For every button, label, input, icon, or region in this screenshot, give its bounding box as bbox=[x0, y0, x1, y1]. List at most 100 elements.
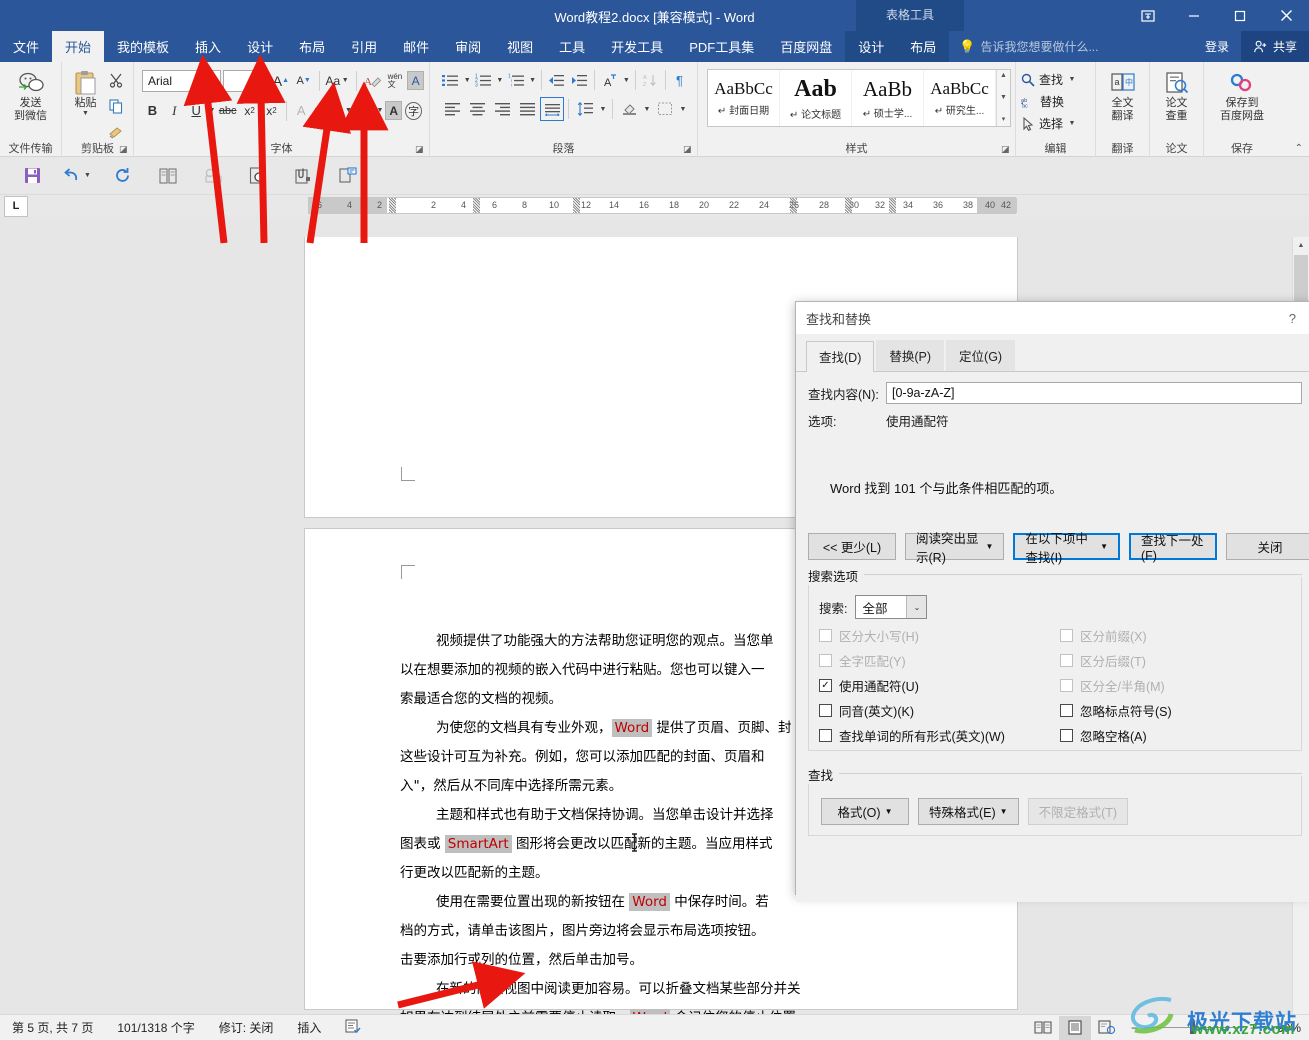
tab-tools[interactable]: 工具 bbox=[546, 31, 598, 62]
underline-dropdown-arrow[interactable]: ▼ bbox=[208, 107, 217, 114]
font-dialog-launcher[interactable]: ◪ bbox=[415, 144, 426, 155]
ruler-indent-marker-left[interactable] bbox=[473, 198, 480, 213]
clipboard-dialog-launcher[interactable]: ◪ bbox=[119, 144, 130, 155]
checkbox-ignore-whitespace[interactable]: 忽略空格(A) bbox=[1060, 725, 1301, 746]
find-and-replace-dialog[interactable]: 查找和替换 ? 查找(D) 替换(P) 定位(G) 查找内容(N): [0-9a… bbox=[795, 301, 1309, 902]
find-in-button[interactable]: 在以下项中查找(I) ▼ bbox=[1013, 532, 1120, 565]
decrease-indent-icon[interactable] bbox=[546, 68, 568, 92]
copy-icon[interactable] bbox=[104, 94, 128, 118]
highlight-dropdown-arrow[interactable]: ▼ bbox=[344, 107, 353, 114]
superscript-icon[interactable]: x2 bbox=[261, 99, 282, 123]
borders-icon[interactable] bbox=[653, 97, 677, 121]
subscript-icon[interactable]: x2 bbox=[239, 99, 260, 123]
tab-pdf-tools[interactable]: PDF工具集 bbox=[676, 31, 767, 62]
align-left-icon[interactable] bbox=[440, 97, 464, 121]
ribbon-display-options-icon[interactable] bbox=[1125, 0, 1171, 31]
change-case-icon[interactable]: Aa ▼ bbox=[325, 69, 351, 93]
styles-scroll-up-icon[interactable]: ▲ bbox=[997, 71, 1010, 81]
styles-gallery-scroll[interactable]: ▲ ▼ ▾ bbox=[996, 70, 1010, 126]
print-preview-icon[interactable] bbox=[235, 161, 280, 191]
collapse-ribbon-icon[interactable]: ⌃ bbox=[1295, 143, 1303, 154]
special-format-button[interactable]: 特殊格式(E) ▼ bbox=[918, 798, 1019, 825]
style-item[interactable]: AaBb ↵ 硕士学... bbox=[852, 70, 924, 126]
format-button[interactable]: 格式(O) ▼ bbox=[821, 798, 909, 825]
justify-icon[interactable] bbox=[515, 97, 539, 121]
print-layout-view-button[interactable] bbox=[1058, 1015, 1091, 1040]
tell-me-box[interactable]: 💡 告诉我您想要做什么... bbox=[949, 31, 1098, 62]
align-center-icon[interactable] bbox=[465, 97, 489, 121]
close-button[interactable] bbox=[1263, 0, 1309, 31]
tab-stop-selector[interactable]: L bbox=[4, 195, 28, 217]
styles-gallery[interactable]: AaBbCc ↵ 封面日期 Aab ↵ 论文标题 AaBb ↵ 硕士学... A… bbox=[707, 69, 1011, 127]
checkbox-box[interactable] bbox=[819, 704, 832, 717]
track-changes-status[interactable]: 修订: 关闭 bbox=[207, 1019, 286, 1036]
find-what-input[interactable]: [0-9a-zA-Z] bbox=[886, 382, 1302, 404]
shrink-font-icon[interactable]: A ▼ bbox=[293, 69, 314, 93]
select-button[interactable]: 选择 ▼ bbox=[1021, 113, 1077, 134]
dialog-help-icon[interactable]: ? bbox=[1289, 311, 1304, 326]
ruler-tab-stop[interactable] bbox=[573, 198, 580, 213]
word-count-status[interactable]: 101/1318 个字 bbox=[105, 1019, 206, 1036]
tab-my-templates[interactable]: 我的模板 bbox=[104, 31, 182, 62]
new-comment-icon[interactable] bbox=[325, 161, 370, 191]
font-name-dropdown-arrow[interactable]: ▼ bbox=[204, 76, 218, 85]
dialog-tab-goto[interactable]: 定位(G) bbox=[946, 340, 1016, 371]
compare-documents-icon[interactable] bbox=[145, 161, 190, 191]
distribute-icon[interactable] bbox=[540, 97, 564, 121]
undo-icon[interactable]: ▼ bbox=[55, 161, 100, 191]
ruler-tab-stop[interactable] bbox=[845, 198, 852, 213]
less-button[interactable]: << 更少(L) bbox=[808, 533, 896, 560]
save-to-baidu-netdisk-button[interactable]: 保存到 百度网盘 bbox=[1209, 67, 1275, 122]
align-right-icon[interactable] bbox=[490, 97, 514, 121]
checkbox-box[interactable]: ✓ bbox=[819, 679, 832, 692]
bulleted-list-icon[interactable] bbox=[440, 68, 462, 92]
find-button[interactable]: 查找 ▼ bbox=[1021, 69, 1077, 90]
web-layout-view-button[interactable] bbox=[1091, 1016, 1123, 1040]
redo-icon[interactable] bbox=[100, 161, 145, 191]
cut-icon[interactable] bbox=[104, 68, 128, 92]
bullets-dropdown-arrow[interactable]: ▼ bbox=[463, 77, 472, 84]
enclose-characters-icon[interactable]: 字 bbox=[403, 99, 424, 123]
paste-dropdown-arrow[interactable]: ▼ bbox=[81, 110, 91, 118]
page-number-status[interactable]: 第 5 页, 共 7 页 bbox=[0, 1019, 105, 1036]
replace-button[interactable]: ab ac 替换 bbox=[1021, 91, 1077, 112]
save-icon[interactable] bbox=[10, 161, 55, 191]
tab-table-design[interactable]: 设计 bbox=[845, 31, 897, 62]
tab-view[interactable]: 视图 bbox=[494, 31, 546, 62]
checkbox-box[interactable] bbox=[1060, 704, 1073, 717]
select-dropdown-arrow[interactable]: ▼ bbox=[1067, 120, 1077, 127]
horizontal-ruler[interactable]: 6 4 2 2 4 6 8 10 12 14 16 18 20 22 24 26… bbox=[308, 197, 1017, 214]
ruler-indent-marker-first-line[interactable] bbox=[389, 198, 396, 213]
asian-layout-icon[interactable]: A bbox=[599, 68, 621, 92]
italic-icon[interactable]: I bbox=[164, 99, 185, 123]
dialog-tab-replace[interactable]: 替换(P) bbox=[876, 340, 945, 371]
tab-mailings[interactable]: 邮件 bbox=[390, 31, 442, 62]
show-formatting-marks-icon[interactable]: ¶ bbox=[670, 68, 692, 92]
dialog-tab-find[interactable]: 查找(D) bbox=[806, 341, 875, 372]
find-next-button[interactable]: 查找下一处(F) bbox=[1129, 533, 1217, 563]
sign-in-link[interactable]: 登录 bbox=[1193, 38, 1241, 55]
underline-icon[interactable]: U bbox=[186, 99, 207, 123]
character-border-icon[interactable]: A bbox=[407, 71, 425, 90]
asian-layout-dropdown-arrow[interactable]: ▼ bbox=[622, 77, 631, 84]
minimize-button[interactable] bbox=[1171, 0, 1217, 31]
attachment-icon[interactable] bbox=[280, 161, 325, 191]
numbered-list-icon[interactable]: 123 bbox=[473, 68, 495, 92]
tab-review[interactable]: 审阅 bbox=[442, 31, 494, 62]
zoom-out-button[interactable]: − bbox=[1131, 1021, 1138, 1035]
find-dropdown-arrow[interactable]: ▼ bbox=[1067, 76, 1077, 83]
styles-scroll-down-icon[interactable]: ▼ bbox=[997, 93, 1010, 103]
tab-baidu-netdisk[interactable]: 百度网盘 bbox=[767, 31, 845, 62]
strikethrough-icon[interactable]: abc bbox=[217, 99, 238, 123]
multilevel-dropdown-arrow[interactable]: ▼ bbox=[528, 77, 537, 84]
checkbox-box[interactable] bbox=[819, 729, 832, 742]
tab-layout[interactable]: 布局 bbox=[286, 31, 338, 62]
phonetic-guide-icon[interactable]: wén 文 bbox=[385, 69, 406, 93]
increase-indent-icon[interactable] bbox=[569, 68, 591, 92]
proofing-status-icon[interactable] bbox=[333, 1019, 373, 1036]
paragraph-dialog-launcher[interactable]: ◪ bbox=[683, 144, 694, 155]
numbering-dropdown-arrow[interactable]: ▼ bbox=[495, 77, 504, 84]
font-name-combo[interactable]: Arial ▼ bbox=[142, 69, 222, 92]
tab-design[interactable]: 设计 bbox=[234, 31, 286, 62]
tab-file[interactable]: 文件 bbox=[0, 31, 52, 62]
